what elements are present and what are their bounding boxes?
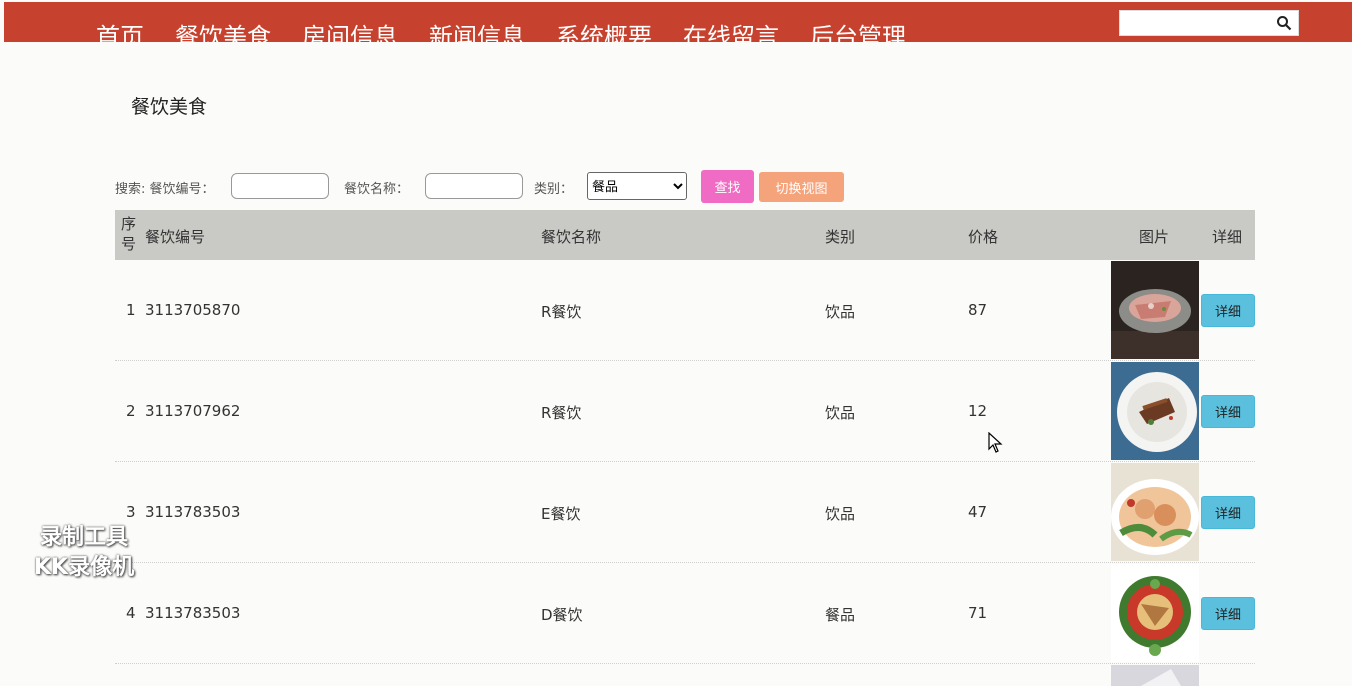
recording-watermark: 录制工具 KK录像机 — [34, 523, 134, 583]
row-index: 3 — [126, 503, 136, 521]
row-name: R餐饮 — [541, 404, 582, 422]
row-index: 4 — [126, 604, 136, 622]
page-title: 餐饮美食 — [131, 96, 208, 118]
nav-item-rooms[interactable]: 房间信息 — [302, 20, 398, 42]
search-code-label: 搜索: 餐饮编号： — [115, 182, 215, 197]
row-price: 47 — [968, 503, 988, 521]
row-code: 3113783503 — [145, 604, 241, 622]
nav-item-home[interactable]: 首页 — [96, 20, 144, 42]
detail-button[interactable]: 详细 — [1201, 597, 1255, 630]
row-category: 餐品 — [825, 606, 856, 624]
table-row: 2 3113707962 R餐饮 饮品 12 详细 — [115, 361, 1255, 462]
header-category: 类别 — [825, 228, 856, 246]
food-thumbnail[interactable] — [1111, 261, 1199, 359]
detail-button[interactable]: 详细 — [1201, 496, 1255, 529]
food-name-input[interactable] — [425, 173, 523, 199]
category-select[interactable]: 餐品 — [587, 172, 687, 200]
food-table: 序号 餐饮编号 餐饮名称 类别 价格 图片 详细 1 3113705870 R餐… — [115, 210, 1255, 686]
mouse-cursor-icon — [988, 432, 1003, 453]
food-name-label: 餐饮名称： — [344, 182, 410, 197]
nav-item-food[interactable]: 餐饮美食 — [175, 20, 271, 42]
table-header: 序号 餐饮编号 餐饮名称 类别 价格 图片 详细 — [115, 210, 1255, 260]
row-category: 饮品 — [825, 404, 856, 422]
header-image: 图片 — [1139, 228, 1170, 246]
row-category: 饮品 — [825, 505, 856, 523]
table-row-partial — [115, 664, 1255, 686]
header-price: 价格 — [968, 228, 999, 246]
row-name: R餐饮 — [541, 303, 582, 321]
nav-item-admin[interactable]: 后台管理 — [810, 20, 906, 42]
header-index: 序号 — [121, 215, 137, 253]
table-row: 4 3113783503 D餐饮 餐品 71 详细 — [115, 563, 1255, 664]
row-name: D餐饮 — [541, 606, 583, 624]
row-code: 3113783503 — [145, 503, 241, 521]
switch-view-button[interactable]: 切换视图 — [759, 172, 844, 202]
nav-item-messages[interactable]: 在线留言 — [683, 20, 779, 42]
row-code: 3113707962 — [145, 402, 241, 420]
row-index: 2 — [126, 402, 136, 420]
food-thumbnail[interactable] — [1111, 463, 1199, 561]
row-price: 12 — [968, 402, 988, 420]
search-icon[interactable] — [1276, 15, 1292, 31]
detail-button[interactable]: 详细 — [1201, 294, 1255, 327]
watermark-line-2: KK录像机 — [34, 555, 135, 580]
header-code: 餐饮编号 — [145, 228, 206, 246]
nav-item-overview[interactable]: 系统概要 — [556, 20, 652, 42]
detail-button[interactable]: 详细 — [1201, 395, 1255, 428]
row-category: 饮品 — [825, 303, 856, 321]
header-detail: 详细 — [1212, 228, 1243, 246]
header-search — [1119, 10, 1299, 36]
main-nav: 首页 餐饮美食 房间信息 新闻信息 系统概要 在线留言 后台管理 — [96, 20, 937, 42]
row-name: E餐饮 — [541, 505, 581, 523]
food-thumbnail[interactable] — [1111, 665, 1199, 686]
food-thumbnail[interactable] — [1111, 362, 1199, 460]
food-thumbnail[interactable] — [1111, 564, 1199, 662]
table-row: 1 3113705870 R餐饮 饮品 87 详细 — [115, 260, 1255, 361]
row-price: 71 — [968, 604, 988, 622]
row-code: 3113705870 — [145, 301, 241, 319]
category-label: 类别： — [534, 182, 574, 197]
header-name: 餐饮名称 — [541, 228, 602, 246]
nav-item-news[interactable]: 新闻信息 — [429, 20, 525, 42]
watermark-line-1: 录制工具 — [40, 525, 129, 550]
table-row: 3 3113783503 E餐饮 饮品 47 详细 — [115, 462, 1255, 563]
row-index: 1 — [126, 301, 136, 319]
row-price: 87 — [968, 301, 988, 319]
food-code-input[interactable] — [231, 173, 329, 199]
header-search-input[interactable] — [1124, 12, 1278, 36]
top-nav-bar: 首页 餐饮美食 房间信息 新闻信息 系统概要 在线留言 后台管理 — [4, 2, 1352, 42]
find-button[interactable]: 查找 — [701, 170, 754, 203]
